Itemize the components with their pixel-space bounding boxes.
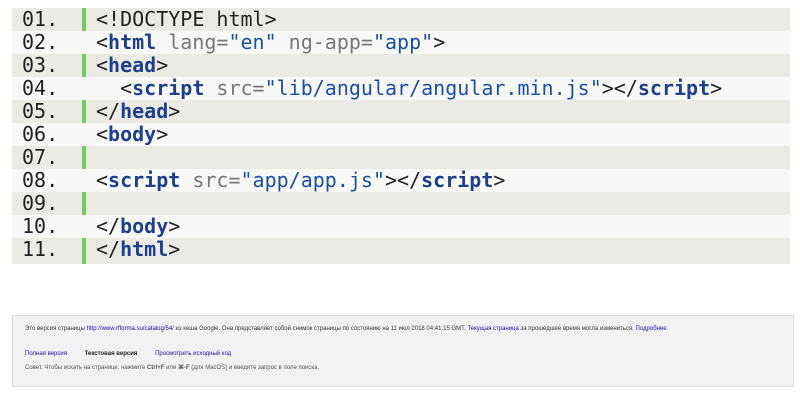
code-token-plain: < <box>96 122 109 146</box>
search-tip: Совет. Чтобы искать на странице, нажмите… <box>25 364 319 371</box>
code-line: 10. </body> <box>12 215 790 238</box>
cache-prefix: Это версия страницы <box>25 326 87 332</box>
code-token-attr: src= <box>204 76 265 100</box>
code-text: </head> <box>96 100 180 123</box>
code-token-plain: > <box>710 76 723 100</box>
code-token-plain: < <box>96 53 109 77</box>
code-token-val: "lib/angular/angular.min.js" <box>264 76 602 100</box>
code-line: 02. <html lang="en" ng-app="app"> <box>12 31 790 54</box>
line-number: 10. <box>22 214 59 238</box>
code-line: 11. </html> <box>12 238 790 261</box>
code-token-tag: script <box>108 168 181 192</box>
code-text: <html lang="en" ng-app="app"> <box>96 31 445 54</box>
line-number: 03. <box>22 53 59 77</box>
code-token-plain: <!DOCTYPE html> <box>96 7 277 31</box>
code-line: 03. <head> <box>12 54 790 77</box>
code-listing: 01. <!DOCTYPE html> 02. <html lang="en" ng-… <box>12 8 790 264</box>
google-cache-banner: Это версия страницы http://www.rfforma.s… <box>12 315 794 387</box>
code-token-plain: < <box>96 76 133 100</box>
line-number: 02. <box>22 30 59 54</box>
code-token-plain: ></ <box>601 76 638 100</box>
tip-key-cmd-f: ⌘-F <box>177 365 190 371</box>
code-token-attr: ng-app= <box>276 30 373 54</box>
code-text: </html> <box>96 238 180 261</box>
code-text: <script src="app/app.js"></script> <box>96 169 505 192</box>
code-text: <script src="lib/angular/angular.min.js"… <box>96 77 722 100</box>
code-text: <body> <box>96 123 168 146</box>
code-token-plain: > <box>156 53 169 77</box>
code-token-plain: > <box>493 168 506 192</box>
code-token-plain: > <box>433 30 446 54</box>
code-line: 04. <script src="lib/angular/angular.min… <box>12 77 790 100</box>
line-number: 11. <box>22 237 59 261</box>
line-number: 04. <box>22 76 59 100</box>
code-token-attr: lang= <box>156 30 229 54</box>
line-number: 01. <box>22 7 59 31</box>
code-token-plain: < <box>96 168 109 192</box>
code-token-tag: head <box>108 53 157 77</box>
tip-c: (для MacOS) и введите запрос в поле поис… <box>189 365 320 371</box>
code-token-val: "app/app.js" <box>240 168 386 192</box>
tip-key-ctrl-f: Ctrl+F <box>146 365 165 371</box>
code-token-tag: html <box>120 237 169 261</box>
line-number: 05. <box>22 99 59 123</box>
code-line: 07. <box>12 146 790 169</box>
code-token-plain: > <box>168 99 181 123</box>
code-line: 06. <body> <box>12 123 790 146</box>
tip-b: или <box>164 365 178 371</box>
more-link[interactable]: Подробнее. <box>636 326 669 332</box>
view-source-link[interactable]: Просмотреть исходный код <box>155 351 231 357</box>
line-number: 08. <box>22 168 59 192</box>
code-token-tag: body <box>108 122 157 146</box>
cache-mid: из кеша Google. Она представляет собой с… <box>173 326 468 332</box>
current-page-link[interactable]: Текущая страница <box>467 326 518 332</box>
code-token-plain: > <box>168 237 181 261</box>
code-line: 01. <!DOCTYPE html> <box>12 8 790 31</box>
line-number: 07. <box>22 145 59 169</box>
code-token-plain: < <box>96 30 109 54</box>
code-token-plain: </ <box>96 214 121 238</box>
cache-after: за прошедшее время могла измениться. <box>518 326 636 332</box>
code-token-tag: script <box>132 76 205 100</box>
code-token-plain: ></ <box>385 168 422 192</box>
code-text: </body> <box>96 215 180 238</box>
text-version-current: Текстовая версия <box>84 351 138 357</box>
code-token-plain: > <box>156 122 169 146</box>
code-text: <!DOCTYPE html> <box>96 8 277 31</box>
line-number: 09. <box>22 191 59 215</box>
code-line: 08. <script src="app/app.js"></script> <box>12 169 790 192</box>
code-token-tag: body <box>120 214 169 238</box>
cache-url-link[interactable]: http://www.rfforma.su/catalog/54/ <box>87 326 174 332</box>
code-line: 05. </head> <box>12 100 790 123</box>
code-text: <head> <box>96 54 168 77</box>
code-token-plain: </ <box>96 237 121 261</box>
cache-notice: Это версия страницы http://www.rfforma.s… <box>25 325 725 333</box>
code-token-tag: script <box>637 76 711 100</box>
version-links: Полная версия Текстовая версия Просмотре… <box>25 351 247 357</box>
code-token-attr: src= <box>180 168 241 192</box>
code-line: 09. <box>12 192 790 215</box>
tip-a: Совет. Чтобы искать на странице, нажмите <box>25 365 147 371</box>
code-token-val: "en" <box>228 30 277 54</box>
code-token-val: "app" <box>372 30 434 54</box>
full-version-link[interactable]: Полная версия <box>25 351 67 357</box>
code-token-tag: head <box>120 99 169 123</box>
line-number: 06. <box>22 122 59 146</box>
code-token-tag: script <box>421 168 494 192</box>
code-token-plain: > <box>168 214 181 238</box>
code-token-tag: html <box>108 30 157 54</box>
code-token-plain: </ <box>96 99 121 123</box>
